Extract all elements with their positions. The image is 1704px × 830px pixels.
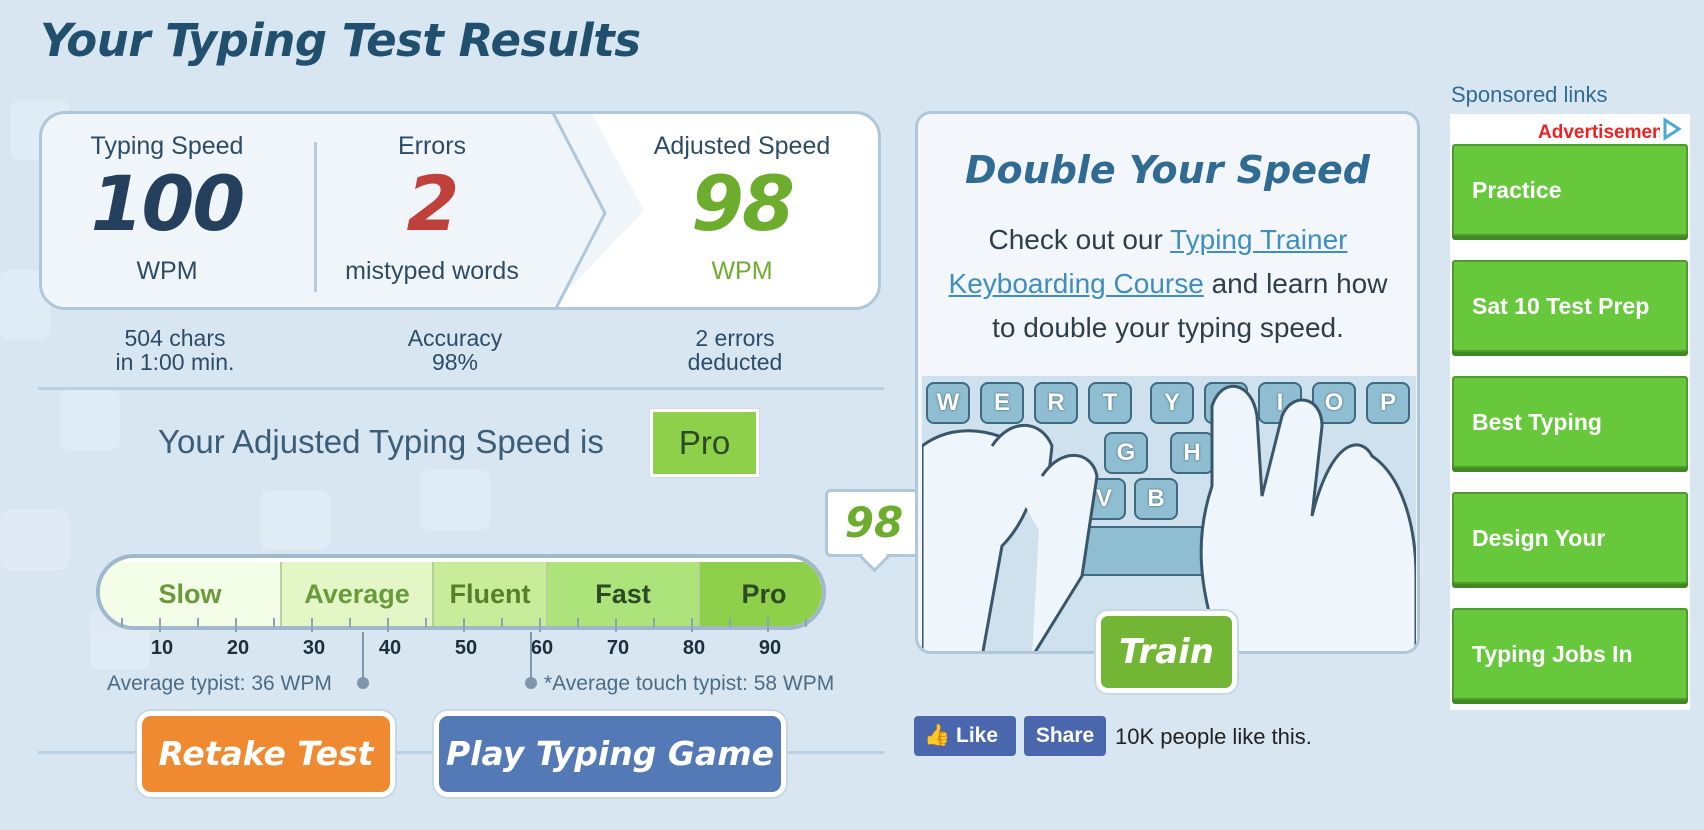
scale-number: 40 [378, 637, 402, 659]
scale-tick [653, 618, 655, 627]
sponsored-link[interactable]: Sat 10 Test Prep [1452, 260, 1688, 352]
speed-marker-callout: 98 [825, 489, 923, 557]
chars-count: 504 chars [124, 325, 226, 351]
thumbs-up-icon: 👍 [924, 724, 951, 747]
scale-tick [349, 618, 351, 627]
train-button[interactable]: Train [1096, 611, 1237, 693]
scale-tick [805, 618, 807, 627]
scale-tick [235, 618, 237, 632]
scale-tick [691, 618, 693, 632]
adchoices-icon[interactable] [1660, 117, 1684, 141]
retake-test-button[interactable]: Retake Test [137, 711, 395, 797]
scale-number: 60 [530, 637, 554, 659]
scale-tick [767, 618, 769, 632]
scale-tick [463, 618, 465, 632]
accuracy-value: 98% [431, 349, 479, 375]
average-marker-dot [357, 677, 369, 689]
errors-stat: Errors 2 mistyped words [332, 132, 532, 286]
scale-tick [501, 618, 503, 627]
typing-speed-value: 100 [90, 159, 246, 248]
chars-stat: 504 chars in 1:00 min. [90, 326, 260, 374]
promo-text: Check out our Typing Trainer Keyboarding… [938, 218, 1398, 350]
adjusted-speed-label: Adjusted Speed [653, 132, 831, 160]
promo-panel: Double Your Speed Check out our Typing T… [915, 111, 1420, 654]
scale-number: 10 [150, 637, 174, 659]
deducted-stat: 2 errors deducted [650, 326, 820, 374]
chevron-divider [551, 114, 607, 307]
scale-tick [121, 618, 123, 627]
scale-number: 80 [682, 637, 706, 659]
advertisement-label: Advertisement [1538, 122, 1660, 143]
sponsored-link[interactable]: Practice [1452, 144, 1688, 236]
average-marker-line [362, 632, 364, 682]
touch-marker-line [530, 632, 532, 682]
play-typing-game-button[interactable]: Play Typing Game [434, 711, 786, 797]
scale-segment-pro: Pro [700, 562, 822, 626]
errors-value: 2 [406, 159, 460, 248]
accuracy-stat: Accuracy 98% [370, 326, 540, 374]
adjusted-speed-rating-text: Your Adjusted Typing Speed is [158, 423, 604, 460]
accuracy-label: Accuracy [407, 325, 503, 351]
scale-tick [615, 618, 617, 632]
like-label: Like [956, 724, 999, 747]
scale-tick [311, 618, 313, 632]
scale-tick [273, 618, 275, 627]
chars-duration: in 1:00 min. [115, 349, 235, 375]
like-count-text: 10K people like this. [1115, 724, 1312, 749]
touch-typist-note: *Average touch typist: 58 WPM [544, 672, 835, 695]
scale-number: 70 [606, 637, 630, 659]
stat-divider [314, 142, 317, 292]
typing-speed-stat: Typing Speed 100 WPM [72, 132, 262, 286]
scale-number: 50 [454, 637, 478, 659]
average-typist-note: Average typist: 36 WPM [107, 672, 332, 695]
typing-speed-label: Typing Speed [90, 132, 244, 160]
adjusted-speed-unit: WPM [711, 257, 773, 285]
page-title: Your Typing Test Results [40, 14, 641, 67]
scale-tick [197, 618, 199, 627]
typing-speed-unit: WPM [136, 257, 198, 285]
scale-segment-fast: Fast [548, 562, 700, 626]
facebook-share-button[interactable]: Share [1024, 716, 1106, 756]
adjusted-speed-stat: Adjusted Speed 98 WPM [642, 132, 842, 286]
scale-tick [539, 618, 541, 632]
speed-scale: Slow Average Fluent Fast Pro [96, 554, 826, 630]
scale-tick [425, 618, 427, 627]
deducted-errors: 2 errors [695, 325, 775, 351]
scale-segment-slow: Slow [100, 562, 282, 626]
sponsored-link[interactable]: Design Your [1452, 492, 1688, 584]
scale-tick [577, 618, 579, 627]
scale-tick [387, 618, 389, 632]
facebook-like-button[interactable]: 👍 Like [914, 716, 1016, 756]
promo-title: Double Your Speed [965, 148, 1370, 192]
errors-unit: mistyped words [345, 257, 519, 285]
scale-segment-average: Average [282, 562, 434, 626]
deducted-label: deducted [687, 349, 783, 375]
section-divider [38, 387, 884, 390]
touch-marker-dot [525, 677, 537, 689]
scale-tick [159, 618, 161, 632]
errors-label: Errors [397, 132, 467, 160]
rating-badge: Pro [650, 409, 759, 477]
sponsored-link[interactable]: Typing Jobs In [1452, 608, 1688, 700]
sponsored-link[interactable]: Best Typing [1452, 376, 1688, 468]
adjusted-speed-value: 98 [691, 159, 795, 248]
scale-tick [729, 618, 731, 627]
scale-number: 90 [758, 637, 782, 659]
results-card: Typing Speed 100 WPM Errors 2 mistyped w… [39, 111, 881, 310]
sponsored-links-title: Sponsored links [1451, 82, 1608, 107]
scale-number: 30 [302, 637, 326, 659]
scale-number: 20 [226, 637, 250, 659]
scale-segment-fluent: Fluent [434, 562, 548, 626]
promo-text-before: Check out our [988, 224, 1171, 255]
